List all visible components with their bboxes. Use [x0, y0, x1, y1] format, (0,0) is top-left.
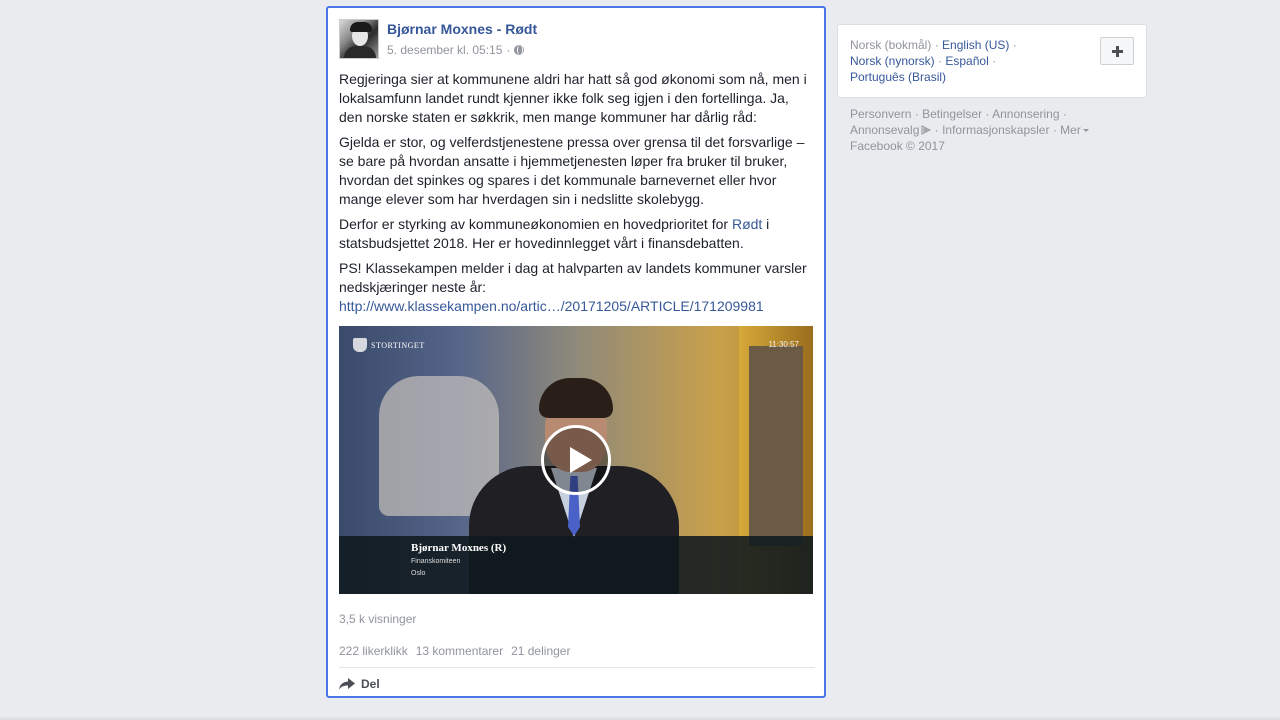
rodt-page-link[interactable]: Rødt	[732, 216, 762, 232]
author-avatar[interactable]	[339, 19, 379, 59]
shares-count-link[interactable]: 21 delinger	[511, 644, 570, 658]
footer-links: Personvern · Betingelser · Annonsering ·…	[850, 106, 1110, 154]
share-button[interactable]: Del	[339, 675, 380, 693]
paragraph-1: Regjeringa sier at kommunene aldri har h…	[339, 71, 807, 125]
likes-count-link[interactable]: 222 likerklikk	[339, 644, 408, 658]
copyright-text: Facebook © 2017	[850, 139, 945, 153]
terms-link[interactable]: Betingelser	[922, 107, 982, 121]
paragraph-2: Gjelda er stor, og velferdstjenestene pr…	[339, 134, 805, 207]
paragraph-4-text: PS! Klassekampen melder i dag at halvpar…	[339, 260, 807, 295]
action-divider	[339, 667, 815, 668]
engagement-stats: 222 likerklikk 13 kommentarer 21 delinge…	[339, 644, 570, 658]
play-button-icon[interactable]	[541, 425, 611, 495]
privacy-link[interactable]: Personvern	[850, 107, 911, 121]
meta-separator: ·	[506, 43, 511, 57]
comments-count-link[interactable]: 13 kommentarer	[416, 644, 503, 658]
video-timecode: 11:30:57	[768, 340, 799, 349]
paragraph-3: Derfor er styrking av kommuneøkonomien e…	[339, 215, 811, 253]
bottom-edge	[0, 716, 1280, 720]
cookies-link[interactable]: Informasjonskapsler	[942, 123, 1049, 137]
lower-third-role: Finanskomiteen	[411, 558, 461, 565]
advertising-link[interactable]: Annonsering	[992, 107, 1059, 121]
public-globe-icon[interactable]	[514, 45, 525, 55]
share-arrow-icon	[339, 678, 355, 690]
lower-third-name: Bjørnar Moxnes (R)	[411, 542, 507, 554]
lower-third-place: Oslo	[411, 570, 426, 577]
paragraph-3-text-before: Derfor er styrking av kommuneøkonomien e…	[339, 216, 732, 232]
plus-icon	[1111, 45, 1123, 57]
adchoices-link[interactable]: Annonsevalg	[850, 123, 932, 137]
post-header: Bjørnar Moxnes - Rødt 5. desember kl. 05…	[339, 19, 809, 61]
video-post-card: Bjørnar Moxnes - Rødt 5. desember kl. 05…	[326, 6, 826, 698]
broadcaster-name: STORTINGET	[371, 340, 425, 350]
language-selector-box: Norsk (bokmål) · English (US) · Norsk (n…	[837, 24, 1147, 98]
broadcaster-logo: STORTINGET	[353, 338, 425, 352]
language-portuguese-link[interactable]: Português (Brasil)	[850, 70, 946, 84]
post-meta: 5. desember kl. 05:15 ·	[387, 43, 525, 57]
share-label: Del	[361, 677, 380, 691]
author-name-link[interactable]: Bjørnar Moxnes - Rødt	[387, 21, 537, 37]
language-nynorsk-link[interactable]: Norsk (nynorsk)	[850, 54, 935, 68]
current-language: Norsk (bokmål)	[850, 38, 932, 52]
more-menu-link[interactable]: Mer	[1060, 123, 1089, 137]
post-timestamp-link[interactable]: 5. desember kl. 05:15	[387, 43, 502, 57]
caret-down-icon	[1082, 129, 1089, 132]
klassekampen-article-link[interactable]: http://www.klassekampen.no/artic…/201712…	[339, 298, 764, 314]
adchoices-icon	[921, 125, 932, 135]
video-player[interactable]: STORTINGET 11:30:57 Bjørnar Moxnes (R) F…	[339, 326, 813, 594]
language-spanish-link[interactable]: Español	[945, 54, 988, 68]
paragraph-4: PS! Klassekampen melder i dag at halvpar…	[339, 259, 811, 316]
language-list: Norsk (bokmål) · English (US) · Norsk (n…	[850, 38, 1017, 84]
add-language-button[interactable]	[1100, 37, 1134, 65]
view-count: 3,5 k visninger	[339, 612, 417, 626]
post-body-text: Regjeringa sier at kommunene aldri har h…	[339, 70, 811, 322]
stortinget-lion-icon	[353, 338, 367, 352]
language-english-link[interactable]: English (US)	[942, 38, 1009, 52]
